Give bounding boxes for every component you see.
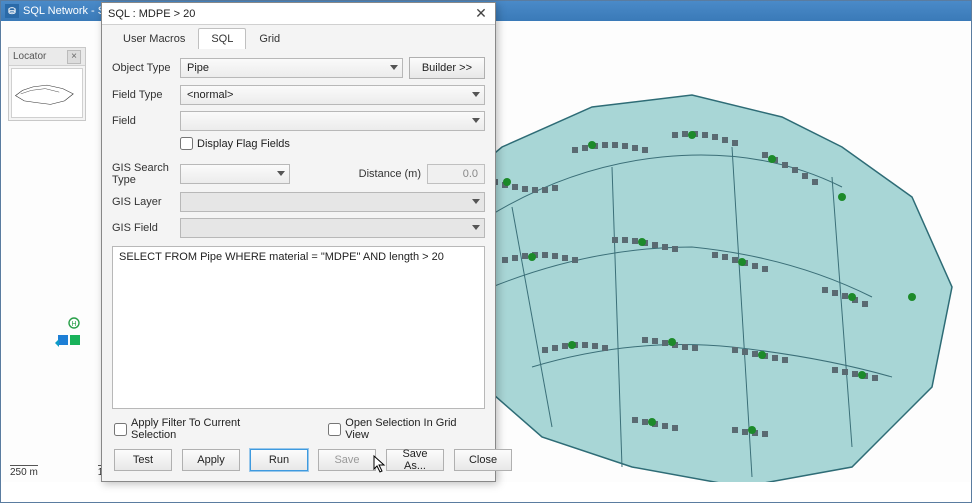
display-flag-label: Display Flag Fields (197, 138, 290, 150)
test-button[interactable]: Test (114, 449, 172, 471)
chevron-down-icon (472, 199, 480, 204)
open-selection-label: Open Selection In Grid View (345, 417, 483, 441)
gis-field-combo[interactable] (180, 218, 485, 238)
chevron-down-icon (472, 92, 480, 97)
object-type-value: Pipe (187, 62, 209, 74)
display-flag-input[interactable] (180, 137, 193, 150)
tab-body-sql: Object Type Pipe Builder >> Field Type <… (102, 49, 495, 481)
display-flag-checkbox[interactable]: Display Flag Fields (180, 137, 290, 150)
tab-user-macros[interactable]: User Macros (110, 28, 198, 49)
label-object-type: Object Type (112, 62, 174, 74)
scale-metric: 250 m (10, 465, 38, 478)
distance-input[interactable] (427, 164, 485, 184)
locator-title: Locator (13, 51, 46, 62)
apply-filter-input[interactable] (114, 423, 127, 436)
dialog-close-button[interactable]: ✕ (473, 6, 489, 22)
apply-button[interactable]: Apply (182, 449, 240, 471)
sql-textarea[interactable] (112, 246, 485, 409)
field-type-combo[interactable]: <normal> (180, 85, 485, 105)
field-type-value: <normal> (187, 89, 233, 101)
gis-layer-combo[interactable] (180, 192, 485, 212)
chevron-down-icon (472, 118, 480, 123)
svg-text:H: H (71, 321, 76, 328)
chevron-down-icon (472, 225, 480, 230)
tab-grid[interactable]: Grid (246, 28, 293, 49)
save-as-button[interactable]: Save As... (386, 449, 444, 471)
builder-button[interactable]: Builder >> (409, 57, 485, 79)
gis-search-type-combo[interactable] (180, 164, 290, 184)
locator-panel: Locator × (8, 47, 86, 121)
apply-filter-label: Apply Filter To Current Selection (131, 417, 288, 441)
sql-dialog: SQL : MDPE > 20 ✕ User Macros SQL Grid O… (101, 2, 496, 482)
dialog-titlebar[interactable]: SQL : MDPE > 20 ✕ (102, 3, 495, 25)
object-type-combo[interactable]: Pipe (180, 58, 403, 78)
label-field: Field (112, 115, 174, 127)
label-gis-field: GIS Field (112, 222, 174, 234)
locator-header: Locator × (9, 48, 85, 66)
selected-features: H (54, 317, 94, 360)
locator-close-button[interactable]: × (67, 50, 81, 64)
label-gis-layer: GIS Layer (112, 196, 174, 208)
field-combo[interactable] (180, 111, 485, 131)
run-button[interactable]: Run (250, 449, 308, 471)
label-gis-search-type: GIS Search Type (112, 162, 174, 186)
dialog-button-row: Test Apply Run Save Save As... Close (112, 449, 485, 475)
close-button[interactable]: Close (454, 449, 512, 471)
cursor-icon (373, 455, 389, 475)
label-distance: Distance (m) (359, 168, 421, 180)
chevron-down-icon (277, 171, 285, 176)
open-selection-checkbox[interactable]: Open Selection In Grid View (328, 417, 483, 441)
dialog-title: SQL : MDPE > 20 (108, 8, 195, 20)
tabstrip: User Macros SQL Grid (102, 25, 495, 49)
locator-preview[interactable] (11, 68, 83, 118)
open-selection-input[interactable] (328, 423, 341, 436)
label-field-type: Field Type (112, 89, 174, 101)
apply-filter-checkbox[interactable]: Apply Filter To Current Selection (114, 417, 288, 441)
chevron-down-icon (390, 65, 398, 70)
tab-sql[interactable]: SQL (198, 28, 246, 49)
save-button[interactable]: Save (318, 449, 376, 471)
app-icon: ⛁ (5, 4, 19, 18)
